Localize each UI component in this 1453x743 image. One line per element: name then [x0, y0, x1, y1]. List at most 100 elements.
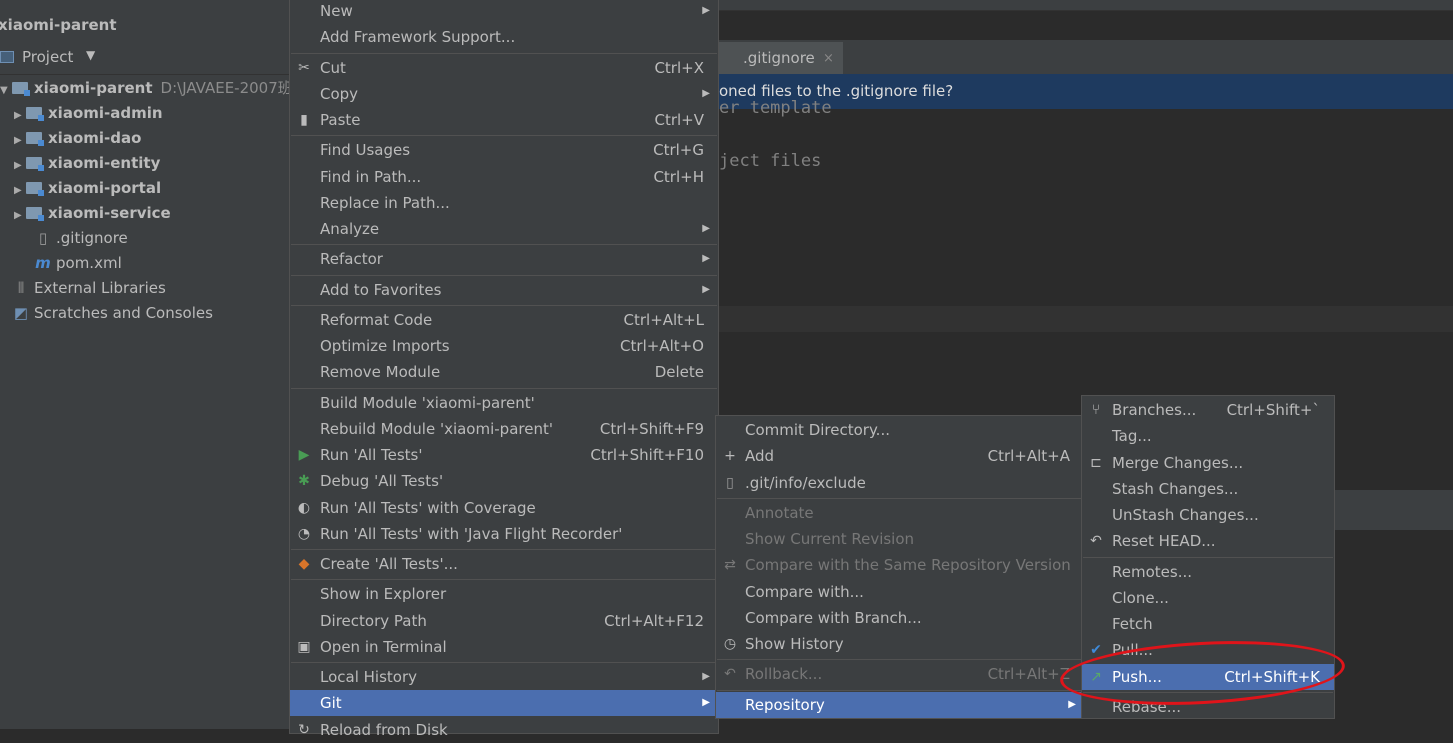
menu-item-compare-with-branch[interactable]: Compare with Branch... — [716, 605, 1084, 631]
close-icon[interactable]: × — [823, 51, 834, 66]
project-view-icon — [0, 51, 14, 63]
menu-item-label: Build Module 'xiaomi-parent' — [320, 393, 535, 412]
tree-item[interactable]: ◩ Scratches and Consoles — [12, 301, 213, 326]
chevron-right-icon[interactable]: ▶ — [14, 128, 26, 153]
menu-item-build-module-xiaomi-parent[interactable]: Build Module 'xiaomi-parent' — [290, 390, 718, 416]
menu-item-unstash-changes[interactable]: UnStash Changes... — [1082, 502, 1334, 528]
tree-item-label: xiaomi-portal — [48, 179, 162, 197]
menu-item-fetch[interactable]: Fetch — [1082, 611, 1334, 637]
chevron-down-icon[interactable]: ▼ — [86, 48, 95, 62]
menu-item-commit-directory[interactable]: Commit Directory... — [716, 417, 1084, 443]
menu-item-merge-changes[interactable]: ⊏ Merge Changes... — [1082, 450, 1334, 476]
project-view-selector[interactable]: Project ▼ — [0, 40, 290, 75]
menu-item-remove-module[interactable]: Remove Module Delete — [290, 359, 718, 385]
menu-item-run-all-tests[interactable]: ▶ Run 'All Tests' Ctrl+Shift+F10 — [290, 442, 718, 468]
menu-item-label: Reformat Code — [320, 310, 433, 329]
menu-item-git[interactable]: Git ▶ — [290, 690, 718, 717]
menu-item-debug-all-tests[interactable]: ✱ Debug 'All Tests' — [290, 468, 718, 494]
tree-item[interactable]: ▶ xiaomi-admin — [14, 101, 163, 126]
tree-item[interactable]: ▶ xiaomi-portal — [14, 176, 161, 201]
menu-item-shortcut: Ctrl+Alt+Z — [987, 665, 1070, 684]
menu-item-analyze[interactable]: Analyze ▶ — [290, 216, 718, 242]
tree-item-label: xiaomi-entity — [48, 154, 161, 172]
menu-item-create-all-tests[interactable]: ◆ Create 'All Tests'... — [290, 551, 718, 577]
menu-item-label: .git/info/exclude — [745, 473, 866, 492]
tab-gitignore[interactable]: .gitignore × — [719, 42, 843, 74]
menu-item-cut[interactable]: ✂ Cut Ctrl+X — [290, 55, 718, 81]
menu-item-clone[interactable]: Clone... — [1082, 585, 1334, 611]
menu-item-label: Run 'All Tests' — [320, 446, 423, 464]
tree-item[interactable]: ▶ xiaomi-service — [14, 201, 171, 226]
menu-item-open-in-terminal[interactable]: ▣ Open in Terminal — [290, 634, 718, 660]
menu-item-reformat-code[interactable]: Reformat Code Ctrl+Alt+L — [290, 307, 718, 333]
menu-item-label: Branches... — [1112, 401, 1197, 419]
module-folder-icon — [12, 82, 30, 96]
menu-item-remotes[interactable]: Remotes... — [1082, 559, 1334, 585]
menu-item-find-in-path[interactable]: Find in Path... Ctrl+H — [290, 164, 718, 190]
menu-item-annotate[interactable]: Annotate — [716, 500, 1084, 526]
menu-item-rebuild-module-xiaomi-parent[interactable]: Rebuild Module 'xiaomi-parent' Ctrl+Shift… — [290, 416, 718, 442]
menu-item-copy[interactable]: Copy ▶ — [290, 81, 718, 107]
menu-item-show-in-explorer[interactable]: Show in Explorer — [290, 581, 718, 607]
menu-item-run-all-tests-with-java-flight-recorder[interactable]: ◔ Run 'All Tests' with 'Java Flight Recor… — [290, 521, 718, 547]
debug-icon: ✱ — [298, 473, 310, 490]
menu-item-label: Compare with... — [745, 582, 864, 601]
chevron-right-icon[interactable]: ▶ — [14, 178, 26, 203]
menu-item-label: Find Usages — [320, 141, 411, 160]
menu-item-paste[interactable]: ▮ Paste Ctrl+V — [290, 107, 718, 133]
git-submenu: Commit Directory... + Add Ctrl+Alt+A ▯ .git/i… — [715, 415, 1085, 719]
menu-item-replace-in-path[interactable]: Replace in Path... — [290, 190, 718, 216]
menu-item-directory-path[interactable]: Directory Path Ctrl+Alt+F12 — [290, 608, 718, 634]
chevron-right-icon[interactable]: ▶ — [14, 103, 26, 128]
menu-item-label: Debug 'All Tests' — [320, 472, 444, 491]
menu-item-show-current-revision[interactable]: Show Current Revision — [716, 526, 1084, 552]
menu-item-label: Merge Changes... — [1112, 453, 1244, 472]
menu-item-add-to-favorites[interactable]: Add to Favorites ▶ — [290, 277, 718, 303]
menu-separator — [291, 274, 717, 276]
menu-item-find-usages[interactable]: Find Usages Ctrl+G — [290, 137, 718, 163]
create-test-icon: ◆ — [298, 556, 310, 572]
rollback-icon: ↶ — [724, 666, 736, 683]
tree-item[interactable]: ▶ xiaomi-entity — [14, 151, 160, 176]
chevron-down-icon[interactable]: ▼ — [0, 78, 12, 103]
menu-item-reload-from-disk[interactable]: ↻ Reload from Disk — [290, 717, 718, 743]
menu-item-label: Compare with the Same Repository Version — [745, 556, 1071, 575]
scratches-icon: ◩ — [13, 304, 29, 322]
libraries-icon: ⦀ — [17, 279, 25, 297]
tree-item[interactable]: ▼ xiaomi-parent D:\JAVAEE-2007班\ — [0, 76, 298, 101]
menu-item-label: Fetch — [1112, 615, 1153, 633]
menu-separator — [291, 135, 717, 137]
menu-item-refactor[interactable]: Refactor ▶ — [290, 246, 718, 272]
menu-item-label: Paste — [320, 111, 361, 129]
menu-item-stash-changes[interactable]: Stash Changes... — [1082, 476, 1334, 502]
menu-item-tag[interactable]: Tag... — [1082, 423, 1334, 449]
tree-item[interactable]: ⦀ External Libraries — [12, 276, 166, 301]
tree-item[interactable]: ▶ xiaomi-dao — [14, 126, 141, 151]
menu-item-rollback[interactable]: ↶ Rollback... Ctrl+Alt+Z — [716, 661, 1084, 687]
menu-item-git-info-exclude[interactable]: ▯ .git/info/exclude — [716, 470, 1084, 496]
menu-item-show-history[interactable]: ◷ Show History — [716, 631, 1084, 657]
menu-item-label: Optimize Imports — [320, 337, 450, 355]
menu-item-new[interactable]: New ▶ — [290, 0, 718, 24]
chevron-right-icon[interactable]: ▶ — [14, 153, 26, 178]
chevron-right-icon[interactable]: ▶ — [14, 203, 26, 228]
menu-item-run-all-tests-with-coverage[interactable]: ◐ Run 'All Tests' with Coverage — [290, 495, 718, 521]
plus-icon: + — [724, 448, 736, 465]
menu-item-compare-with-the-same-repository-version[interactable]: ⇄ Compare with the Same Repository Versio… — [716, 552, 1084, 578]
menu-item-label: Repository — [745, 695, 825, 714]
menu-item-add-framework-support[interactable]: Add Framework Support... — [290, 24, 718, 50]
tree-item[interactable]: ▯ .gitignore — [34, 226, 128, 251]
menu-item-label: Refactor — [320, 250, 383, 269]
menu-item-branches[interactable]: ⑂ Branches... Ctrl+Shift+` — [1082, 397, 1334, 423]
menu-item-add[interactable]: + Add Ctrl+Alt+A — [716, 443, 1084, 469]
menu-item-local-history[interactable]: Local History ▶ — [290, 664, 718, 690]
menu-item-reset-head[interactable]: ↶ Reset HEAD... — [1082, 528, 1334, 554]
menu-item-compare-with[interactable]: Compare with... — [716, 579, 1084, 605]
menu-item-label: Git — [320, 694, 342, 713]
tree-item[interactable]: m pom.xml — [34, 251, 122, 276]
menu-item-optimize-imports[interactable]: Optimize Imports Ctrl+Alt+O — [290, 333, 718, 359]
menu-item-label: Create 'All Tests'... — [320, 555, 458, 573]
window-title-bar: xiaomi-parent — [0, 10, 290, 40]
menu-item-repository[interactable]: Repository ▶ — [716, 691, 1084, 718]
code-line: er template — [719, 98, 832, 118]
